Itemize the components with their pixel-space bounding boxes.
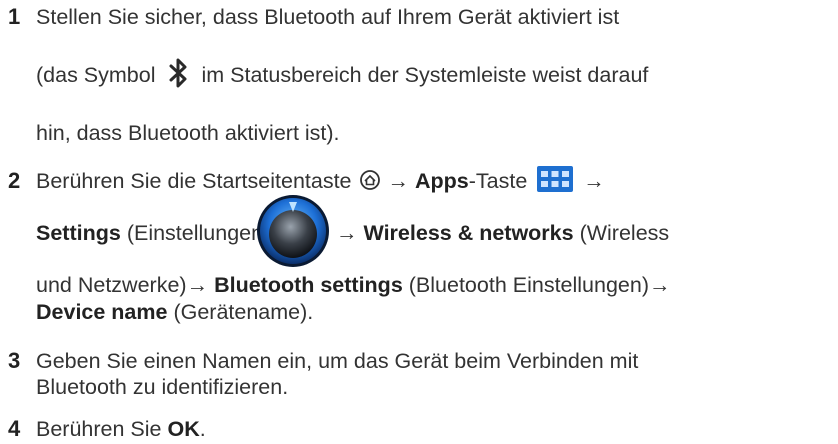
settings-icon bbox=[257, 195, 329, 267]
arrow-3: → bbox=[336, 221, 358, 245]
step-number-3: 3 bbox=[8, 348, 21, 373]
device-name-translation: (Gerätename). bbox=[173, 300, 314, 324]
step-1-line-1: Stellen Sie sicher, dass Bluetooth auf I… bbox=[36, 5, 620, 29]
wireless-translation: (Wireless bbox=[579, 221, 670, 245]
settings-label: Settings bbox=[36, 221, 121, 245]
step-2-line-2: Settings (Einstellungen) bbox=[36, 220, 270, 246]
ok-label: OK bbox=[167, 417, 200, 441]
step-3-line-1: Geben Sie einen Namen ein, um das Gerät … bbox=[36, 349, 639, 373]
settings-translation: (Einstellungen) bbox=[126, 221, 271, 245]
bluetooth-settings-translation: (Bluetooth Einstellungen)→ bbox=[408, 273, 671, 297]
step-1-line-2: (das Symbol im Statusbereich der Systeml… bbox=[36, 58, 649, 89]
bluetooth-settings-label: Bluetooth settings bbox=[214, 273, 403, 297]
networks-translation: und Netzwerke)→ bbox=[36, 273, 209, 297]
step-1-line-3: hin, dass Bluetooth aktiviert ist). bbox=[36, 121, 340, 145]
step-number-2: 2 bbox=[8, 168, 21, 193]
apps-grid-icon bbox=[537, 166, 574, 193]
wireless-label: Wireless & networks bbox=[363, 221, 574, 245]
step-2-line-3: und Netzwerke)→ Bluetooth settings (Blue… bbox=[36, 272, 671, 298]
bluetooth-icon bbox=[169, 58, 187, 88]
step-4-text: Berühren Sie bbox=[36, 417, 162, 441]
step-2-line-4: Device name (Gerätename). bbox=[36, 299, 313, 325]
apps-label: Apps bbox=[414, 169, 469, 193]
home-icon bbox=[359, 170, 380, 191]
arrow-1: → bbox=[387, 169, 410, 193]
step-3-line-2: Bluetooth zu identifizieren. bbox=[36, 375, 289, 399]
step-2-line-1: Berühren Sie die Startseitentaste → Apps… bbox=[36, 166, 605, 194]
home-key-text: Berühren Sie die Startseitentaste bbox=[36, 169, 352, 193]
step-number-4: 4 bbox=[8, 416, 21, 441]
step-1-text-before-icon: (das Symbol bbox=[36, 63, 156, 87]
step-number-1: 1 bbox=[8, 4, 21, 29]
device-name-label: Device name bbox=[36, 300, 168, 324]
step-4-line: Berühren Sie OK. bbox=[36, 416, 206, 442]
step-1-text-after-icon: im Statusbereich der Systemleiste weist … bbox=[201, 63, 649, 87]
step-4-period: . bbox=[199, 417, 206, 441]
arrow-2: → bbox=[583, 169, 605, 193]
step-2-line-2b: → Wireless & networks (Wireless bbox=[336, 220, 669, 246]
apps-suffix: -Taste bbox=[468, 169, 528, 193]
